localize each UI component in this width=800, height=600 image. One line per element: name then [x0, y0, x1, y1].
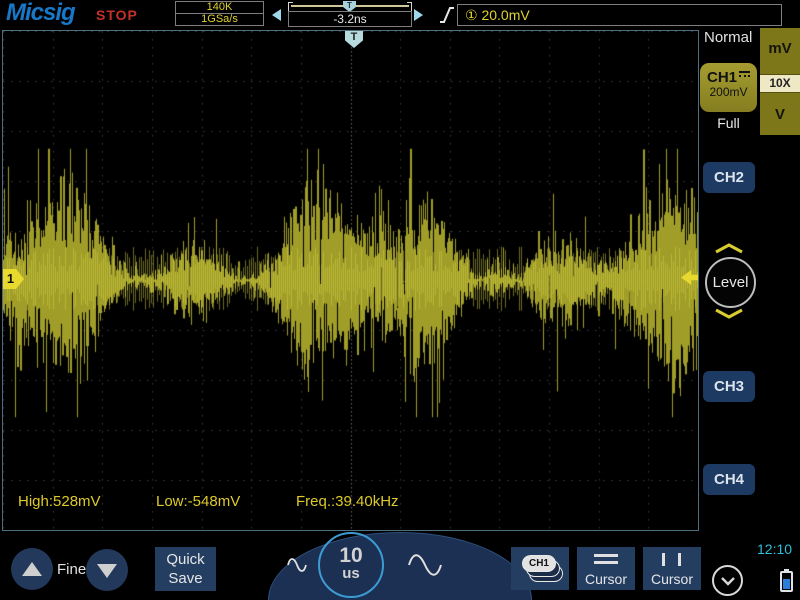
- sample-rate-value: 1GSa/s: [176, 14, 263, 25]
- trigger-mode-label: Normal: [704, 29, 760, 46]
- horizontal-cursor-button[interactable]: Cursor: [577, 547, 635, 590]
- scroll-left-icon[interactable]: [272, 9, 281, 21]
- probe-scale-panel[interactable]: mV 10X V: [760, 28, 800, 135]
- oscilloscope-screen: Micsig STOP 140K 1GSa/s T -3.2ns ① 20.0m…: [0, 0, 800, 600]
- v-cursor-line-icon: [662, 553, 665, 566]
- ch4-button[interactable]: CH4: [703, 464, 755, 495]
- timebase-value: 10: [320, 545, 382, 566]
- dc-coupling-icon: [739, 71, 750, 80]
- fine-down-button[interactable]: [86, 549, 128, 591]
- ch1-label: CH1: [707, 69, 737, 86]
- stacked-channels-icon: CH1: [522, 555, 566, 585]
- v-cursor-label: Cursor: [643, 571, 701, 587]
- h-cursor-line-icon: [594, 561, 618, 564]
- ch1-scale: 200mV: [700, 85, 757, 99]
- h-cursor-label: Cursor: [577, 571, 635, 587]
- ch1-button[interactable]: CH1 200mV: [700, 63, 757, 112]
- level-up-chevron-icon[interactable]: [713, 243, 745, 254]
- channel-drag-button[interactable]: CH1: [511, 547, 569, 590]
- ch3-button[interactable]: CH3: [703, 371, 755, 402]
- ch1-bandwidth-label: Full: [700, 115, 757, 131]
- level-down-chevron-icon[interactable]: [713, 308, 745, 319]
- timebase-knob[interactable]: 10 us: [318, 532, 384, 598]
- timebase-unit: us: [320, 566, 382, 582]
- vertical-cursor-button[interactable]: Cursor: [643, 547, 701, 590]
- level-knob[interactable]: Level: [705, 257, 756, 308]
- quick-save-line2: Save: [155, 569, 216, 588]
- trigger-slope-icon[interactable]: [438, 4, 456, 25]
- h-cursor-line-icon: [594, 554, 618, 557]
- probe-unit-mv[interactable]: mV: [760, 40, 800, 57]
- battery-icon: [780, 571, 793, 592]
- brand-logo: Micsig: [6, 0, 75, 27]
- chevron-down-icon: [714, 567, 741, 594]
- scope-display[interactable]: T 1 High:528mV Low:-548mV Freq.:39.40kHz: [2, 30, 699, 531]
- trigger-position-readout[interactable]: -3.2ns: [288, 11, 412, 27]
- measurement-freq: Freq.:39.40kHz: [296, 493, 399, 510]
- collapse-menu-button[interactable]: [712, 565, 743, 596]
- quick-save-button[interactable]: Quick Save: [155, 547, 216, 591]
- ch2-button[interactable]: CH2: [703, 162, 755, 193]
- down-triangle-icon: [97, 564, 117, 578]
- clock-display: 12:10: [757, 541, 792, 557]
- measurement-low: Low:-548mV: [156, 493, 240, 510]
- zoom-out-sine-icon[interactable]: [406, 551, 444, 579]
- zoom-in-sine-icon[interactable]: [286, 556, 308, 574]
- memory-depth-value: 140K: [176, 2, 263, 13]
- up-triangle-icon: [22, 562, 42, 576]
- measurement-high: High:528mV: [18, 493, 101, 510]
- trigger-level-readout[interactable]: ① 20.0mV: [457, 4, 782, 26]
- quick-save-line1: Quick: [155, 550, 216, 569]
- stacked-ch1-label: CH1: [522, 555, 556, 572]
- probe-unit-v[interactable]: V: [760, 106, 800, 123]
- record-position-bar[interactable]: T: [288, 2, 412, 11]
- acquisition-info-box: 140K 1GSa/s: [175, 1, 264, 26]
- probe-attenuation[interactable]: 10X: [760, 74, 800, 93]
- fine-label: Fine: [57, 561, 86, 578]
- scroll-right-icon[interactable]: [414, 9, 423, 21]
- v-cursor-line-icon: [678, 553, 681, 566]
- coarse-up-button[interactable]: [11, 548, 53, 590]
- waveform-canvas[interactable]: [3, 31, 698, 530]
- run-status-label[interactable]: STOP: [96, 7, 138, 23]
